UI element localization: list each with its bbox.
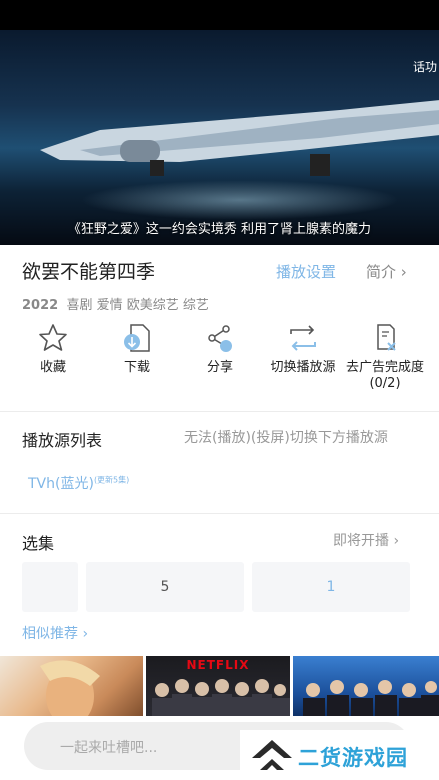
switch-icon	[290, 325, 316, 351]
show-year: 2022	[22, 298, 59, 313]
ad-block-icon	[377, 324, 396, 351]
source-chip-label: TVh(蓝光)	[28, 476, 94, 492]
episode-cell[interactable]	[22, 562, 78, 612]
netflix-logo: NETFLIX	[186, 658, 250, 672]
video-sky-glow	[80, 180, 400, 220]
video-corner-caption: 话功	[412, 60, 437, 74]
thumbnail-group-photo	[303, 680, 439, 720]
watermark: 二货游戏园	[240, 730, 439, 780]
thumbnail-figure	[40, 660, 100, 720]
show-tags: 喜剧 爱情 欧美综艺 综艺	[66, 298, 209, 313]
divider	[0, 513, 439, 514]
coming-soon-link[interactable]: 即将开播 ›	[333, 530, 399, 550]
favorite-label: 收藏	[39, 360, 66, 375]
episode-cell[interactable]: 5	[86, 562, 244, 612]
share-label: 分享	[206, 360, 233, 375]
download-label: 下载	[123, 360, 150, 375]
recommend-thumbnail[interactable]	[0, 656, 143, 720]
play-settings-link[interactable]: 播放设置	[276, 261, 336, 282]
source-list-hint: 无法(播放)(投屏)切换下方播放源	[184, 430, 388, 446]
ad-block-label: 去广告完成度	[345, 360, 424, 375]
star-icon	[39, 324, 67, 351]
source-chip-badge: (更新5集)	[93, 475, 130, 485]
watermark-text: 二货游戏园	[298, 746, 408, 770]
recommend-thumbnail[interactable]	[293, 656, 439, 720]
switch-source-label: 切换播放源	[270, 360, 336, 375]
episodes-title: 选集	[22, 534, 55, 553]
show-meta: 2022 喜剧 爱情 欧美综艺 综艺	[22, 294, 209, 313]
bottom-comment-bar: 一起来吐槽吧... 二货游戏园	[0, 716, 439, 780]
intro-link[interactable]: 简介 ›	[366, 261, 407, 282]
status-bar	[0, 0, 439, 30]
favorite-button[interactable]: 收藏	[8, 322, 98, 376]
source-list-title: 播放源列表	[22, 431, 103, 450]
comment-placeholder: 一起来吐槽吧...	[60, 740, 158, 756]
action-row: 收藏 下载 分享 切换播放源 去广告完成度 (0/2)	[0, 322, 439, 402]
recommend-thumbnail[interactable]: NETFLIX	[146, 656, 290, 720]
similar-recommend-link[interactable]: 相似推荐 ›	[22, 623, 88, 643]
share-button[interactable]: 分享	[175, 322, 265, 376]
switch-source-button[interactable]: 切换播放源	[258, 322, 348, 376]
show-title: 欲罢不能第四季	[22, 261, 156, 283]
source-chip-tvh[interactable]: TVh(蓝光)(更新5集)	[28, 473, 129, 493]
episode-cell[interactable]: 1	[252, 562, 410, 612]
watermark-chevron-icon	[252, 740, 292, 770]
divider	[0, 411, 439, 412]
share-icon	[208, 325, 232, 352]
download-button[interactable]: 下载	[92, 322, 182, 376]
video-frame-jet	[40, 100, 439, 176]
video-subtitle: 《狂野之爱》这一约会实境秀 利用了肾上腺素的魔力	[67, 222, 372, 237]
video-player[interactable]: 话功 《狂野之爱》这一约会实境秀 利用了肾上腺素的魔力	[0, 30, 439, 245]
title-row: 欲罢不能第四季 播放设置 简介 ›	[22, 257, 422, 285]
ad-block-progress: (0/2)	[369, 376, 401, 391]
ad-block-button[interactable]: 去广告完成度 (0/2)	[340, 322, 430, 392]
download-icon	[124, 324, 150, 352]
